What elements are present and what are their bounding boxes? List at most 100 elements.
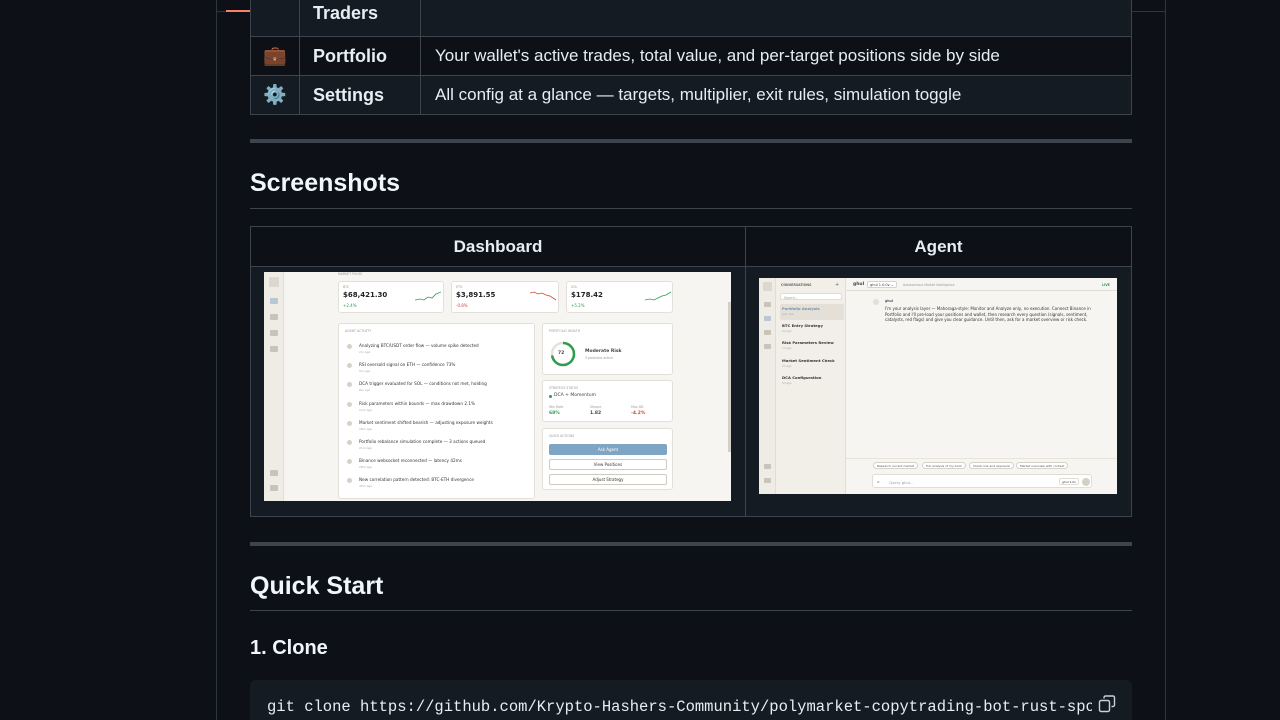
list-item[interactable]: Market sentiment shifted bearish — adjus… — [347, 419, 527, 437]
ticker-symbol: SOL — [571, 285, 578, 289]
ticker-change: -0.8% — [456, 303, 468, 308]
agent-subtitle: Autonomous Market Intelligence — [903, 283, 955, 287]
stat-value: -4.2% — [631, 411, 646, 416]
features-table: Traders 💼 Portfolio Your wallet's active… — [250, 0, 1132, 115]
copy-icon[interactable] — [1097, 694, 1117, 714]
list-item[interactable]: BTC Entry Strategy 2h ago — [780, 321, 844, 337]
portfolio-icon — [270, 330, 278, 336]
adjust-strategy-button[interactable]: Adjust Strategy — [549, 474, 667, 485]
feature-desc: Your wallet's active trades, total value… — [420, 36, 1132, 76]
quick-title: QUICK ACTIONS — [549, 434, 575, 438]
list-item[interactable]: Portfolio Analysis Just now — [780, 304, 844, 320]
portfolio-icon — [764, 330, 771, 335]
agent-screenshot[interactable]: CONVERSATIONS + Search... Portfolio Anal… — [759, 278, 1117, 494]
sol-ticker-card[interactable]: SOL $178.42 +5.2% — [566, 281, 673, 313]
settings-icon — [764, 478, 771, 483]
logo-icon — [763, 282, 772, 291]
list-item[interactable]: Portfolio rebalance simulation complete … — [347, 438, 527, 456]
briefcase-icon: 💼 — [250, 36, 300, 76]
sparkline-icon — [645, 291, 671, 301]
table-row: ⚙️ Settings All config at a glance — tar… — [250, 75, 1132, 115]
strategy-name: DCA + Momentum — [554, 393, 596, 398]
market-pulse-label: MARKET PULSE — [338, 272, 363, 276]
agent-name: ghul — [853, 282, 865, 287]
logo-icon — [269, 277, 279, 287]
ticker-symbol: ETH — [456, 285, 463, 289]
theme-icon — [764, 464, 771, 469]
theme-icon — [270, 470, 278, 476]
dashboard-icon — [270, 298, 278, 304]
stat-value: 1.82 — [590, 411, 602, 416]
agent-icon — [270, 314, 278, 320]
eth-ticker-card[interactable]: ETH $3,891.55 -0.8% — [451, 281, 559, 313]
suggestion-chip[interactable]: Research current market — [873, 462, 919, 469]
model-select[interactable]: ghul 1.0.0v ⌄ — [867, 281, 897, 288]
ticker-symbol: BTC — [343, 285, 350, 289]
list-item[interactable]: New correlation pattern detected: BTC-ET… — [347, 476, 527, 494]
ticker-change: +5.2% — [571, 303, 585, 308]
suggestion-chip[interactable]: Full analysis of my book — [922, 462, 966, 469]
quick-actions-card: QUICK ACTIONS Ask Agent View Positions A… — [542, 428, 673, 490]
heading-rule — [250, 610, 1132, 611]
stat-label: Win Rate — [549, 405, 564, 409]
view-positions-button[interactable]: View Positions — [549, 459, 667, 470]
ticker-price: $178.42 — [571, 291, 603, 299]
list-item[interactable]: Analyzing BTC/USDT order flow — volume s… — [347, 342, 527, 360]
query-input[interactable]: ⌀ Query ghul... ghul 1.0v — [872, 474, 1092, 488]
dashboard-column-header: Dashboard — [250, 226, 746, 267]
dashboard-screenshot[interactable]: MARKET PULSE BTC $68,421.30 +2.4% ETH $3… — [264, 272, 731, 501]
table-row: 💼 Portfolio Your wallet's active trades,… — [250, 36, 1132, 76]
table-row: Traders — [250, 0, 1132, 37]
health-label: Moderate Risk — [585, 349, 622, 354]
new-conversation-icon[interactable]: + — [835, 282, 839, 288]
ticker-change: +2.4% — [343, 303, 357, 308]
suggestion-chip[interactable]: Check risk and exposure — [969, 462, 1014, 469]
suggestion-chip[interactable]: Market overview with context — [1016, 462, 1069, 469]
header-divider — [846, 290, 1117, 291]
feature-name: Portfolio — [299, 36, 421, 76]
list-item[interactable]: Binance websocket reconnected — latency … — [347, 457, 527, 475]
section-divider — [250, 139, 1132, 143]
activity-title: AGENT ACTIVITY — [345, 329, 372, 333]
status-dot-icon — [549, 395, 552, 398]
sparkline-icon — [415, 291, 441, 301]
feature-desc — [420, 0, 1132, 37]
settings-icon — [270, 485, 278, 491]
live-status-badge: LIVE — [1102, 282, 1110, 287]
heading-rule — [250, 208, 1132, 209]
list-item[interactable]: RSI oversold signal on ETH — confidence … — [347, 361, 527, 379]
agent-column-header: Agent — [745, 226, 1132, 267]
mini-scrollbar — [728, 302, 731, 452]
feature-name: Traders — [299, 0, 421, 37]
agent-message: I'm your analysis layer — Mahoraga-style… — [885, 306, 1091, 323]
list-item[interactable]: Risk parameters within bounds — max draw… — [347, 400, 527, 418]
send-icon[interactable] — [1082, 478, 1090, 486]
list-item[interactable]: DCA trigger evaluated for SOL — conditio… — [347, 380, 527, 398]
list-item[interactable]: Market Sentiment Check 2d ago — [780, 356, 844, 372]
chart-icon — [250, 0, 300, 37]
message-author: ghul — [885, 299, 893, 303]
input-model-select[interactable]: ghul 1.0v — [1059, 478, 1080, 485]
quick-start-heading[interactable]: Quick Start — [250, 572, 383, 601]
stat-value: 68% — [549, 411, 560, 416]
strategy-icon — [270, 346, 278, 352]
btc-ticker-card[interactable]: BTC $68,421.30 +2.4% — [338, 281, 444, 313]
clone-command[interactable]: git clone https://github.com/Krypto-Hash… — [267, 698, 1092, 716]
stat-label: Max DD — [631, 405, 644, 409]
list-item[interactable]: DCA Configuration 3d ago — [780, 373, 844, 389]
mini-sidebar — [759, 278, 776, 494]
health-title: PORTFOLIO HEALTH — [549, 329, 581, 333]
attach-icon[interactable]: ⌀ — [877, 479, 879, 484]
ticker-price: $3,891.55 — [456, 291, 496, 299]
dashboard-icon — [764, 302, 771, 307]
clone-step-heading[interactable]: 1. Clone — [250, 637, 328, 660]
strategy-status-card: STRATEGY STATUS DCA + Momentum Win Rate … — [542, 380, 673, 422]
ask-agent-button[interactable]: Ask Agent — [549, 444, 667, 455]
feature-name: Settings — [299, 75, 421, 115]
list-item[interactable]: Risk Parameters Review 1d ago — [780, 338, 844, 354]
agent-activity-card: AGENT ACTIVITY Analyzing BTC/USDT order … — [338, 323, 535, 499]
health-sub: 3 positions active — [585, 356, 614, 360]
screenshots-heading[interactable]: Screenshots — [250, 169, 400, 198]
portfolio-health-card: PORTFOLIO HEALTH 72 Moderate Risk 3 posi… — [542, 323, 673, 375]
conversation-search-input[interactable]: Search... — [780, 293, 842, 300]
